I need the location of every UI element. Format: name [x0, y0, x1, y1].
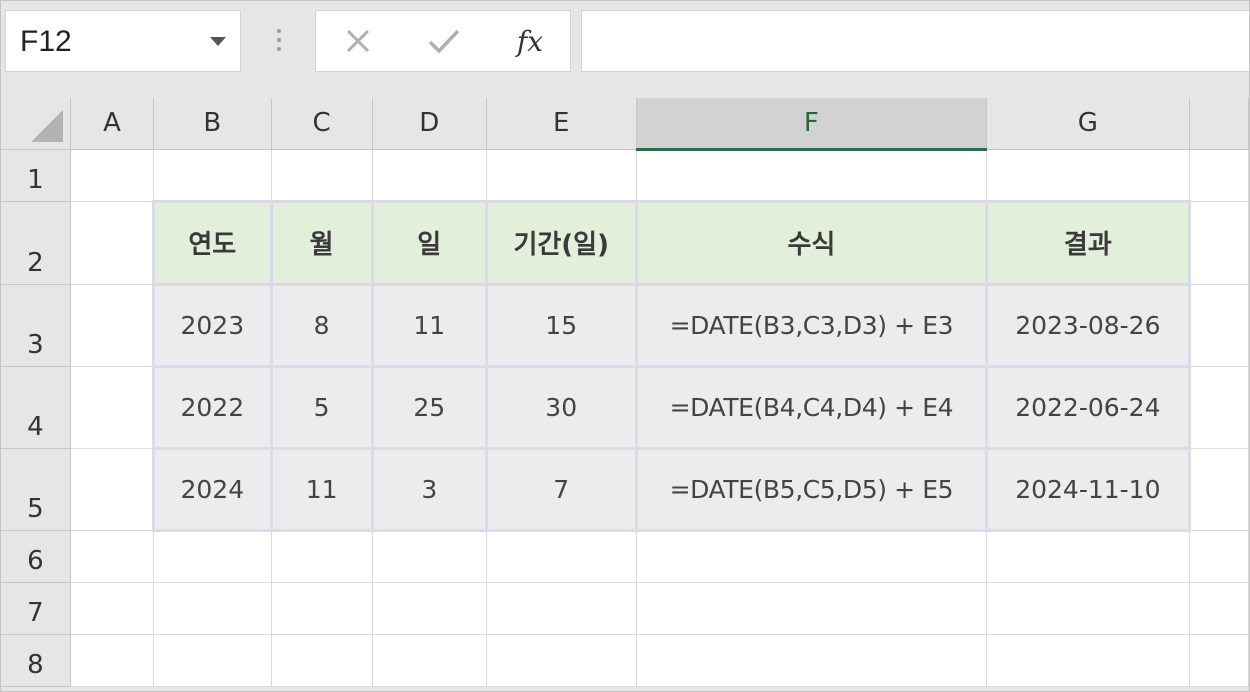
header-cell-period[interactable]: 기간(일) [484, 199, 638, 286]
cell[interactable] [486, 582, 637, 635]
cell[interactable] [153, 634, 272, 687]
cell[interactable] [986, 634, 1190, 687]
cell[interactable] [70, 448, 155, 531]
close-icon [346, 29, 370, 53]
row-header-3[interactable]: 3 [1, 284, 71, 367]
cell[interactable] [636, 634, 988, 687]
row-header-8[interactable]: 8 [1, 634, 71, 687]
cell[interactable] [271, 149, 373, 202]
column-header-a[interactable]: A [70, 98, 155, 150]
cell[interactable] [153, 530, 272, 583]
cancel-button[interactable] [328, 11, 388, 71]
cell[interactable] [986, 530, 1190, 583]
function-icon: fx [516, 24, 544, 58]
cell[interactable] [636, 582, 988, 635]
cell[interactable] [372, 530, 487, 583]
data-cell-day[interactable]: 25 [370, 364, 488, 450]
name-box[interactable]: F12 [5, 10, 241, 72]
cell[interactable] [986, 582, 1190, 635]
formula-buttons: fx [315, 10, 571, 72]
data-cell-formula[interactable]: =DATE(B3,C3,D3) + E3 [634, 282, 989, 368]
cell[interactable] [1189, 448, 1249, 531]
column-header-b[interactable]: B [153, 98, 272, 150]
enter-button[interactable] [414, 11, 474, 71]
cell[interactable] [636, 530, 988, 583]
cell[interactable] [271, 530, 373, 583]
insert-function-button[interactable]: fx [500, 11, 560, 71]
cell[interactable] [70, 284, 155, 367]
name-box-dropdown-icon[interactable] [210, 37, 226, 46]
data-cell-result[interactable]: 2023-08-26 [985, 282, 1191, 368]
column-header-g[interactable]: G [986, 98, 1190, 150]
check-icon [428, 29, 460, 54]
column-header-e[interactable]: E [486, 98, 637, 150]
row-header-4[interactable]: 4 [1, 366, 71, 449]
cell[interactable] [486, 149, 637, 202]
cell[interactable] [1189, 149, 1249, 202]
data-cell-formula[interactable]: =DATE(B4,C4,D4) + E4 [634, 364, 989, 450]
cell[interactable] [271, 634, 373, 687]
data-cell-month[interactable]: 11 [269, 446, 374, 532]
data-cell-year[interactable]: 2022 [152, 364, 273, 450]
header-cell-result[interactable]: 결과 [985, 199, 1191, 286]
cell[interactable] [372, 149, 487, 202]
formula-bar-resize-handle[interactable] [270, 23, 288, 57]
data-cell-year[interactable]: 2023 [152, 282, 273, 368]
column-header-h[interactable] [1189, 98, 1249, 150]
worksheet-grid: A B C D E F G 1 2 연도 월 일 기간(일) 수식 결과 3 2… [1, 98, 1249, 687]
cell[interactable] [70, 582, 155, 635]
cell[interactable] [70, 201, 155, 285]
cell[interactable] [271, 582, 373, 635]
data-cell-day[interactable]: 11 [370, 282, 488, 368]
column-header-d[interactable]: D [372, 98, 487, 150]
data-cell-year[interactable]: 2024 [152, 446, 273, 532]
cell[interactable] [1189, 530, 1249, 583]
cell[interactable] [70, 530, 155, 583]
cell[interactable] [70, 149, 155, 202]
data-cell-result[interactable]: 2022-06-24 [985, 364, 1191, 450]
header-cell-year[interactable]: 연도 [152, 199, 273, 286]
row-header-5[interactable]: 5 [1, 448, 71, 531]
data-cell-result[interactable]: 2024-11-10 [985, 446, 1191, 532]
cell[interactable] [636, 149, 988, 202]
data-cell-formula[interactable]: =DATE(B5,C5,D5) + E5 [634, 446, 989, 532]
data-cell-period[interactable]: 30 [484, 364, 638, 450]
cell[interactable] [486, 634, 637, 687]
cell[interactable] [1189, 634, 1249, 687]
select-all-button[interactable] [1, 98, 71, 150]
cell[interactable] [1189, 284, 1249, 367]
header-cell-day[interactable]: 일 [370, 199, 488, 286]
cell[interactable] [70, 366, 155, 449]
cell[interactable] [1189, 201, 1249, 285]
data-cell-period[interactable]: 15 [484, 282, 638, 368]
header-cell-formula[interactable]: 수식 [634, 199, 989, 286]
name-box-value: F12 [20, 25, 72, 58]
cell[interactable] [1189, 582, 1249, 635]
column-header-f[interactable]: F [636, 98, 988, 151]
column-header-c[interactable]: C [271, 98, 373, 150]
cell[interactable] [153, 149, 272, 202]
data-cell-month[interactable]: 8 [269, 282, 374, 368]
cell[interactable] [372, 634, 487, 687]
row-header-2[interactable]: 2 [1, 201, 71, 285]
cell[interactable] [486, 530, 637, 583]
data-cell-month[interactable]: 5 [269, 364, 374, 450]
cell[interactable] [70, 634, 155, 687]
row-header-7[interactable]: 7 [1, 582, 71, 635]
cell[interactable] [153, 582, 272, 635]
cell[interactable] [986, 149, 1190, 202]
data-cell-period[interactable]: 7 [484, 446, 638, 532]
row-header-6[interactable]: 6 [1, 530, 71, 583]
data-cell-day[interactable]: 3 [370, 446, 488, 532]
header-cell-month[interactable]: 월 [269, 199, 374, 286]
cell[interactable] [372, 582, 487, 635]
cell[interactable] [1189, 366, 1249, 449]
spreadsheet-window: F12 fx A B C D E F G 1 2 연도 월 일 기간(일) 수식… [0, 0, 1250, 692]
row-header-1[interactable]: 1 [1, 149, 71, 202]
formula-input[interactable] [581, 10, 1249, 72]
